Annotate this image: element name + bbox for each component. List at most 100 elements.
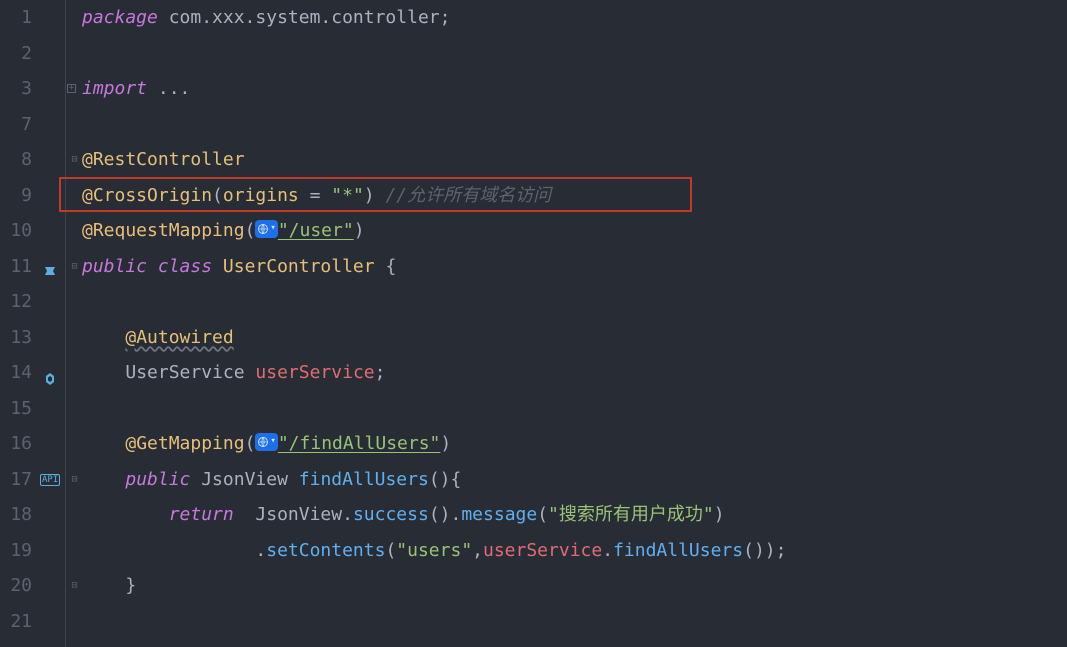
code-line[interactable]: @RequestMapping(▾"/user") <box>82 213 1067 249</box>
keyword-public: public <box>125 469 201 490</box>
url-string[interactable]: "/user" <box>278 220 354 241</box>
paren: ) <box>765 540 776 561</box>
paren: ) <box>354 220 365 241</box>
line-number: 13 <box>0 320 32 356</box>
line-number: 9 <box>0 178 32 214</box>
type-name: UserService <box>125 362 255 383</box>
code-line[interactable]: @Autowired <box>82 320 1067 356</box>
fold-toggle-icon[interactable]: ⊟ <box>70 476 79 485</box>
annotation-param: origins <box>223 185 299 206</box>
paren: ( <box>245 433 256 454</box>
line-number: 11 <box>0 249 32 285</box>
folded-ellipsis[interactable]: ... <box>147 78 190 99</box>
fold-expand-icon[interactable]: + <box>67 84 76 93</box>
method-name: findAllUsers <box>299 469 429 490</box>
method-call: findAllUsers <box>613 540 743 561</box>
dot: . <box>451 504 462 525</box>
keyword-class: class <box>158 256 223 277</box>
method-call: message <box>461 504 537 525</box>
bean-gutter-icon[interactable] <box>42 256 58 292</box>
url-string[interactable]: "/findAllUsers" <box>278 433 441 454</box>
fold-toggle-icon[interactable]: ⊟ <box>70 582 79 591</box>
chevron-down-icon: ▾ <box>270 424 275 460</box>
dot: . <box>602 540 613 561</box>
paren: ( <box>537 504 548 525</box>
line-number: 7 <box>0 107 32 143</box>
code-line[interactable]: ⊟ } <box>82 568 1067 604</box>
paren: ) <box>364 185 375 206</box>
url-globe-icon[interactable]: ▾ <box>255 433 277 451</box>
api-gutter-icon[interactable]: API <box>40 474 60 486</box>
bean-gutter-icon[interactable] <box>42 364 58 400</box>
fold-toggle-icon[interactable]: ⊟ <box>70 156 79 165</box>
line-number: 12 <box>0 284 32 320</box>
line-number: 17 <box>0 462 32 498</box>
package-path: com.xxx.system.controller <box>158 7 440 28</box>
method-call: setContents <box>266 540 385 561</box>
annotation: @RestController <box>82 149 245 170</box>
dot: . <box>255 540 266 561</box>
annotation-autowired: @Autowired <box>125 327 233 348</box>
code-line[interactable] <box>82 107 1067 143</box>
brace: { <box>385 256 396 277</box>
keyword-import: import <box>82 78 147 99</box>
code-line[interactable] <box>82 36 1067 72</box>
code-line[interactable]: return JsonView.success().message("搜索所有用… <box>82 497 1067 533</box>
line-number: 10 <box>0 213 32 249</box>
line-number: 8 <box>0 142 32 178</box>
string-literal: "users" <box>396 540 472 561</box>
url-globe-icon[interactable]: ▾ <box>255 220 277 238</box>
paren: ( <box>385 540 396 561</box>
line-number: 19 <box>0 533 32 569</box>
code-line[interactable]: .setContents("users",userService.findAll… <box>82 533 1067 569</box>
class-name: UserController <box>223 256 386 277</box>
parens: () <box>743 540 765 561</box>
semicolon: ; <box>440 7 451 28</box>
field-ref: userService <box>483 540 602 561</box>
keyword-public: public <box>82 256 158 277</box>
code-line[interactable]: ⊟@RestController <box>82 142 1067 178</box>
parens: () <box>429 504 451 525</box>
code-line[interactable]: package com.xxx.system.controller; <box>82 0 1067 36</box>
code-line[interactable]: ⊟public class UserController { <box>82 249 1067 285</box>
paren: ) <box>440 433 451 454</box>
chevron-down-icon: ▾ <box>270 211 275 247</box>
semicolon: ; <box>375 362 386 383</box>
code-line[interactable] <box>82 284 1067 320</box>
code-line[interactable] <box>82 604 1067 640</box>
keyword-package: package <box>82 7 158 28</box>
code-line[interactable]: @CrossOrigin(origins = "*") //允许所有域名访问 <box>82 178 1067 214</box>
dot: . <box>342 504 353 525</box>
keyword-return: return <box>169 504 256 525</box>
annotation: @GetMapping <box>125 433 244 454</box>
code-line[interactable]: ⊟ public JsonView findAllUsers(){ <box>82 462 1067 498</box>
brace: } <box>125 575 136 596</box>
code-line[interactable]: +import ... <box>82 71 1067 107</box>
line-number: 1 <box>0 0 32 36</box>
code-line[interactable]: @GetMapping(▾"/findAllUsers") <box>82 426 1067 462</box>
operator: = <box>299 185 332 206</box>
line-number: 20 <box>0 568 32 604</box>
line-number: 21 <box>0 604 32 640</box>
annotation: @CrossOrigin <box>82 185 212 206</box>
type-name: JsonView <box>201 469 299 490</box>
semicolon: ; <box>776 540 787 561</box>
gutter-icons: API <box>40 0 65 647</box>
fold-toggle-icon[interactable]: ⊟ <box>70 263 79 272</box>
annotation: @RequestMapping <box>82 220 245 241</box>
comment: //允许所有域名访问 <box>375 185 552 206</box>
code-area[interactable]: package com.xxx.system.controller; +impo… <box>65 0 1067 647</box>
code-editor[interactable]: 1 2 3 7 8 9 10 11 12 13 14 15 16 17 18 1… <box>0 0 1067 647</box>
field-name: userService <box>255 362 374 383</box>
line-number: 15 <box>0 391 32 427</box>
code-line[interactable] <box>82 391 1067 427</box>
paren: ( <box>245 220 256 241</box>
line-number-gutter: 1 2 3 7 8 9 10 11 12 13 14 15 16 17 18 1… <box>0 0 40 647</box>
paren: ( <box>212 185 223 206</box>
method-call: success <box>353 504 429 525</box>
string-literal: "搜索所有用户成功" <box>548 504 714 525</box>
brace: { <box>451 469 462 490</box>
parens: () <box>429 469 451 490</box>
comma: , <box>472 540 483 561</box>
code-line[interactable]: UserService userService; <box>82 355 1067 391</box>
